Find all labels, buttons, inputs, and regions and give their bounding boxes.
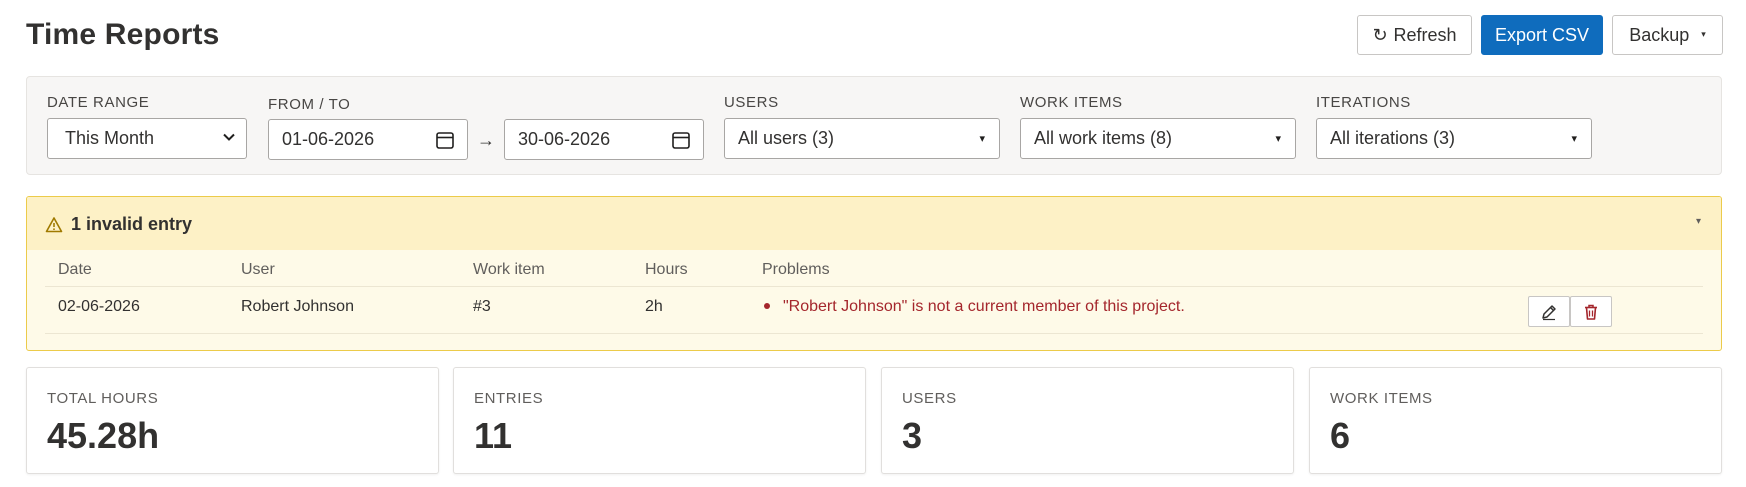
backup-button[interactable]: Backup ▾ xyxy=(1612,15,1723,55)
invalid-entries-panel: 1 invalid entry ▾ Date User Work item Ho… xyxy=(26,196,1722,351)
backup-label: Backup xyxy=(1629,24,1690,45)
refresh-label: Refresh xyxy=(1393,24,1457,45)
invalid-entries-header[interactable]: 1 invalid entry ▾ xyxy=(27,197,1721,250)
date-range-arrow: → xyxy=(477,130,495,150)
chevron-down-icon: ▾ xyxy=(1275,133,1281,145)
chevron-down-icon xyxy=(223,133,235,141)
calendar-icon[interactable] xyxy=(671,130,691,150)
column-header-hours: Hours xyxy=(645,261,688,278)
stat-label: WORK ITEMS xyxy=(1330,390,1433,407)
users-label: USERS xyxy=(724,94,779,111)
chevron-down-icon[interactable]: ▾ xyxy=(1696,216,1701,227)
stat-value: 45.28h xyxy=(47,415,160,456)
from-to-label: FROM / TO xyxy=(268,96,351,113)
calendar-icon[interactable] xyxy=(435,130,455,150)
stat-card-entries: ENTRIES 11 xyxy=(453,367,866,474)
warning-icon xyxy=(45,217,63,233)
row-user: Robert Johnson xyxy=(241,298,354,315)
problem-text: "Robert Johnson" is not a current member… xyxy=(783,298,1185,315)
from-date-input[interactable]: 01-06-2026 xyxy=(268,119,468,160)
edit-icon xyxy=(1542,304,1556,320)
invalid-entries-title: 1 invalid entry xyxy=(71,214,193,234)
chevron-down-icon: ▾ xyxy=(1571,133,1577,145)
column-header-date: Date xyxy=(58,261,92,278)
edit-entry-button[interactable] xyxy=(1528,296,1570,327)
chevron-down-icon: ▾ xyxy=(979,133,985,145)
from-date-value: 01-06-2026 xyxy=(282,129,375,149)
work-items-select[interactable]: All work items (8) ▾ xyxy=(1020,118,1296,159)
divider xyxy=(45,286,1703,287)
iterations-label: ITERATIONS xyxy=(1316,94,1411,111)
export-csv-label: Export CSV xyxy=(1494,24,1590,45)
stat-value: 11 xyxy=(474,415,513,456)
users-select[interactable]: All users (3) ▾ xyxy=(724,118,1000,159)
stat-label: USERS xyxy=(902,390,957,407)
chevron-down-icon: ▾ xyxy=(1701,28,1706,39)
date-range-label: DATE RANGE xyxy=(47,94,150,111)
export-csv-button[interactable]: Export CSV xyxy=(1481,15,1603,55)
users-value: All users (3) xyxy=(738,128,835,148)
iterations-select[interactable]: All iterations (3) ▾ xyxy=(1316,118,1592,159)
row-date: 02-06-2026 xyxy=(58,298,140,315)
stat-value: 6 xyxy=(1330,415,1351,456)
to-date-input[interactable]: 30-06-2026 xyxy=(504,119,704,160)
row-hours: 2h xyxy=(645,298,663,315)
to-date-value: 30-06-2026 xyxy=(518,129,611,149)
iterations-value: All iterations (3) xyxy=(1330,128,1456,148)
problem-bullet xyxy=(764,303,770,309)
row-work-item: #3 xyxy=(473,298,491,315)
stat-value: 3 xyxy=(902,415,923,456)
delete-entry-button[interactable] xyxy=(1570,296,1612,327)
stat-card-total-hours: TOTAL HOURS 45.28h xyxy=(26,367,439,474)
row-problem: "Robert Johnson" is not a current member… xyxy=(764,298,1185,316)
work-items-label: WORK ITEMS xyxy=(1020,94,1123,111)
refresh-button[interactable]: ↻ Refresh xyxy=(1357,15,1472,55)
divider xyxy=(45,333,1703,334)
stat-card-work-items: WORK ITEMS 6 xyxy=(1309,367,1722,474)
stat-label: TOTAL HOURS xyxy=(47,390,159,407)
trash-icon xyxy=(1585,304,1597,320)
column-header-user: User xyxy=(241,261,275,278)
date-range-select[interactable]: This Month xyxy=(47,118,247,159)
date-range-value: This Month xyxy=(65,128,155,148)
column-header-problems: Problems xyxy=(762,261,830,278)
work-items-value: All work items (8) xyxy=(1034,128,1173,148)
stat-card-users: USERS 3 xyxy=(881,367,1294,474)
refresh-icon: ↻ xyxy=(1372,24,1388,45)
page-title: Time Reports xyxy=(26,18,220,51)
stat-label: ENTRIES xyxy=(474,390,544,407)
column-header-work-item: Work item xyxy=(473,261,545,278)
